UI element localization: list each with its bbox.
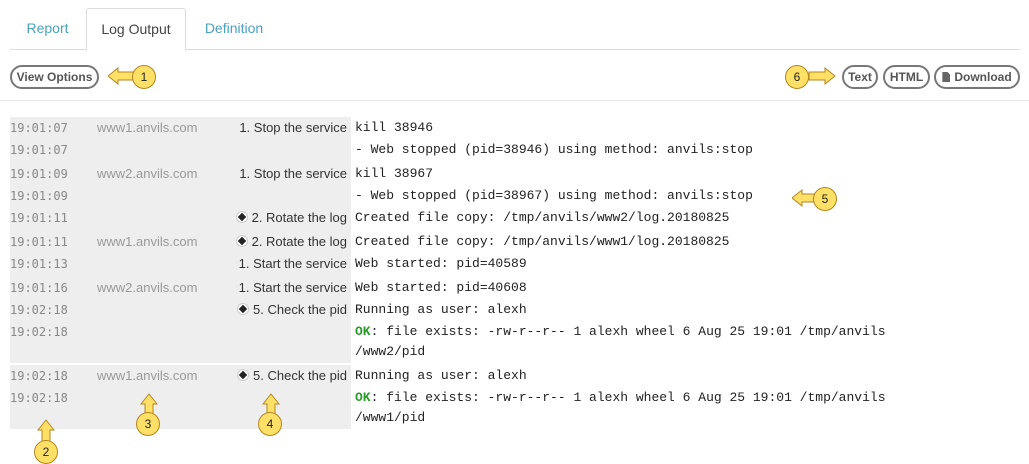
- callout-marker: 5: [813, 187, 837, 211]
- log-step: 1. Start the service: [239, 277, 347, 299]
- log-step-label: 5. Check the pid: [253, 368, 347, 383]
- diamond-icon: [237, 303, 250, 315]
- toolbar-divider: [0, 100, 1029, 101]
- log-step-label: 2. Rotate the log: [251, 210, 347, 225]
- log-timestamp: 19:01:13: [10, 257, 68, 271]
- log-message-continuation: /www2/pid: [355, 344, 426, 359]
- log-message: - Web stopped (pid=38967) using method: …: [355, 185, 753, 207]
- log-step-label: 1. Stop the service: [239, 166, 347, 181]
- log-step: 1. Stop the service: [239, 117, 347, 139]
- log-row: 19:01:16 www2.anvils.com 1. Start the serv…: [0, 277, 1020, 299]
- log-timestamp: 19:01:11: [10, 211, 68, 225]
- diamond-icon: [235, 235, 248, 247]
- log-message: Web started: pid=40589: [355, 253, 527, 275]
- log-message: - Web stopped (pid=38946) using method: …: [355, 139, 753, 161]
- log-row: 19:01:11 2. Rotate the log Created file co…: [0, 207, 1020, 229]
- callout-marker: 3: [136, 412, 160, 436]
- log-message-text: Web started: pid=40608: [355, 280, 527, 295]
- log-timestamp: 19:01:16: [10, 281, 68, 295]
- log-row: 19:02:18 5. Check the pid Running as user:…: [0, 299, 1020, 321]
- log-message: Running as user: alexh: [355, 365, 527, 387]
- log-row: 19:01:07 www1.anvils.com 1. Stop the servi…: [0, 117, 1020, 139]
- arrow-right-icon: [808, 67, 836, 85]
- log-row: 19:02:18 OK: file exists: -rw-r--r-- 1 al…: [0, 321, 1020, 343]
- callout-marker: 6: [785, 65, 809, 89]
- log-row-continuation: /www2/pid: [0, 341, 1020, 363]
- callout-marker: 2: [34, 440, 58, 464]
- log-step-label: 5. Check the pid: [253, 302, 347, 317]
- log-host: www2.anvils.com: [97, 166, 198, 181]
- log-message-text: - Web stopped (pid=38967) using method: …: [355, 188, 753, 203]
- log-row: 19:01:13 1. Start the service Web started:…: [0, 253, 1020, 275]
- log-message-text: kill 38946: [355, 120, 434, 135]
- download-label: Download: [954, 70, 1012, 84]
- log-message-text: : file exists: -rw-r--r-- 1 alexh wheel …: [370, 324, 886, 339]
- log-message: Created file copy: /tmp/anvils/www2/log.…: [355, 207, 729, 229]
- log-message-text: Running as user: alexh: [355, 302, 527, 317]
- tab-definition[interactable]: Definition: [190, 8, 278, 50]
- log-message: OK: file exists: -rw-r--r-- 1 alexh whee…: [355, 387, 886, 409]
- log-host: www2.anvils.com: [97, 280, 198, 295]
- log-step: 1. Start the service: [239, 253, 347, 275]
- log-message-text: Created file copy: /tmp/anvils/www1/log.…: [355, 234, 730, 249]
- diamond-icon: [237, 369, 250, 381]
- log-message-continuation: /www1/pid: [355, 410, 426, 425]
- tab-bar: Report Log Output Definition: [10, 8, 1020, 51]
- log-timestamp: 19:02:18: [10, 369, 68, 383]
- log-message-text: - Web stopped (pid=38946) using method: …: [355, 142, 753, 157]
- log-timestamp: 19:01:07: [10, 143, 68, 157]
- log-message: OK: file exists: -rw-r--r-- 1 alexh whee…: [355, 321, 886, 343]
- log-host: www1.anvils.com: [97, 120, 198, 135]
- tab-report[interactable]: Report: [10, 8, 85, 50]
- log-message: Web started: pid=40608: [355, 277, 527, 299]
- log-step-label: 1. Start the service: [238, 256, 347, 271]
- log-row: 19:01:09 - Web stopped (pid=38967) using …: [0, 185, 1020, 207]
- log-timestamp: 19:02:18: [10, 391, 68, 405]
- view-options-button[interactable]: View Options: [10, 65, 99, 89]
- callout-marker: 4: [258, 412, 282, 436]
- log-timestamp: 19:02:18: [10, 325, 68, 339]
- log-step: 5. Check the pid: [237, 365, 347, 387]
- log-row: 19:02:18 www1.anvils.com 5. Check the pid R…: [0, 365, 1020, 387]
- log-row: 19:01:09 www2.anvils.com 1. Stop the servi…: [0, 163, 1020, 185]
- log-host: www1.anvils.com: [97, 368, 198, 383]
- html-button[interactable]: HTML: [883, 65, 930, 89]
- log-timestamp: 19:01:07: [10, 121, 68, 135]
- log-message: kill 38967: [355, 163, 433, 185]
- log-message: Created file copy: /tmp/anvils/www1/log.…: [355, 231, 729, 253]
- log-step: 5. Check the pid: [237, 299, 347, 321]
- log-step: 2. Rotate the log: [235, 207, 347, 229]
- download-button[interactable]: Download: [934, 65, 1020, 89]
- diamond-icon: [235, 211, 248, 223]
- log-row: 19:01:11 www1.anvils.com 2. Rotate the log…: [0, 231, 1020, 253]
- log-step: 1. Stop the service: [239, 163, 347, 185]
- log-message-text: Web started: pid=40589: [355, 256, 527, 271]
- log-message-text: kill 38967: [355, 166, 434, 181]
- log-row: 19:01:07 - Web stopped (pid=38946) using …: [0, 139, 1020, 161]
- log-host: www1.anvils.com: [97, 234, 198, 249]
- document-icon: [942, 72, 951, 82]
- callout-marker: 1: [132, 65, 156, 89]
- text-button[interactable]: Text: [842, 65, 878, 89]
- ok-status: OK: [355, 390, 371, 405]
- log-message-text: Created file copy: /tmp/anvils/www2/log.…: [355, 210, 730, 225]
- log-message-text: Running as user: alexh: [355, 368, 527, 383]
- ok-status: OK: [355, 324, 371, 339]
- log-step-label: 2. Rotate the log: [251, 234, 347, 249]
- log-timestamp: 19:02:18: [10, 303, 68, 317]
- log-message: Running as user: alexh: [355, 299, 527, 321]
- log-step: 2. Rotate the log: [235, 231, 347, 253]
- log-message-text: : file exists: -rw-r--r-- 1 alexh wheel …: [370, 390, 886, 405]
- log-message: kill 38946: [355, 117, 433, 139]
- log-step-label: 1. Stop the service: [239, 120, 347, 135]
- log-timestamp: 19:01:11: [10, 235, 68, 249]
- log-timestamp: 19:01:09: [10, 189, 68, 203]
- log-timestamp: 19:01:09: [10, 167, 68, 181]
- log-step-label: 1. Start the service: [238, 280, 347, 295]
- tab-log-output[interactable]: Log Output: [86, 8, 186, 51]
